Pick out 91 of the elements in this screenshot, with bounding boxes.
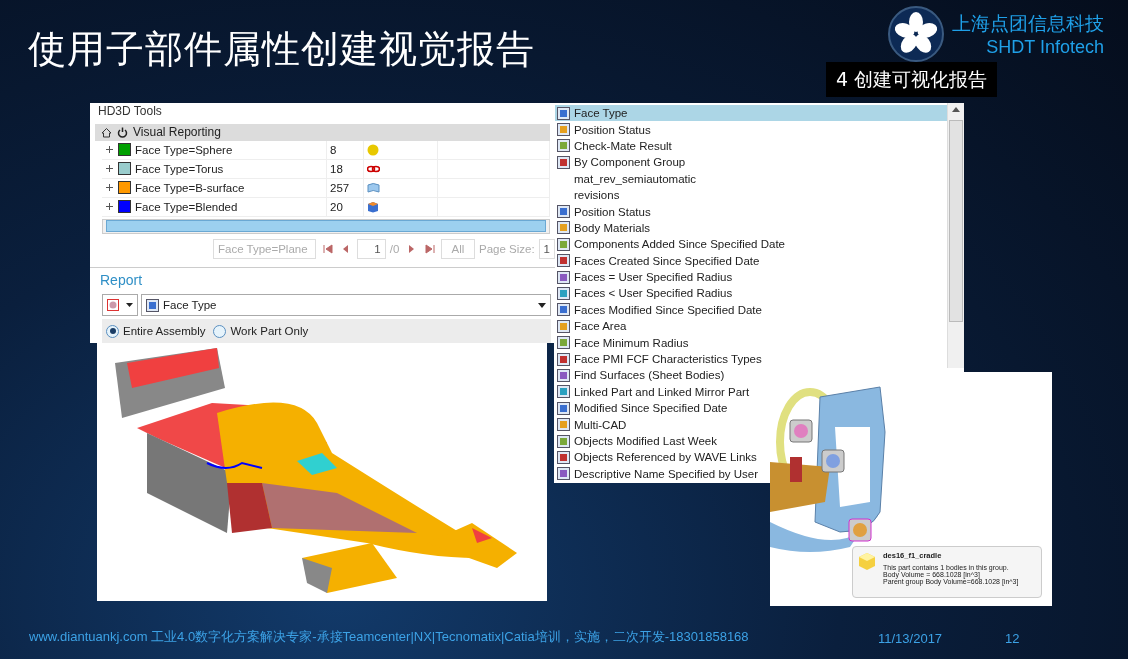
list-item[interactable]: Position Status [554, 203, 654, 220]
report-type-dropdown[interactable]: Face Type [141, 294, 551, 317]
report-icon [557, 319, 570, 333]
expand-icon[interactable] [105, 145, 114, 155]
report-icon [557, 123, 570, 137]
report-icon [557, 352, 570, 366]
color-wheel-icon [106, 299, 119, 312]
page-size-label: Page Size: [479, 243, 535, 256]
list-item[interactable]: mat_rev_semiautomatic [554, 170, 700, 187]
row-label: Face Type=Sphere [135, 143, 233, 156]
caret-icon [538, 302, 546, 308]
report-title: Report [100, 272, 144, 289]
list-item[interactable]: Linked Part and Linked Mirror Part [554, 383, 753, 401]
report-icon [557, 205, 570, 219]
report-icon [557, 401, 570, 415]
radio-button[interactable] [106, 324, 119, 338]
list-item[interactable]: Descriptive Name Specified by User [554, 465, 762, 482]
page-field[interactable]: 1 [357, 239, 386, 260]
report-icon [557, 155, 570, 169]
expand-icon[interactable] [105, 164, 114, 174]
expand-icon[interactable] [105, 202, 114, 212]
list-item[interactable]: Multi-CAD [554, 416, 630, 433]
step-label: 4 创建可视化报告 [826, 62, 998, 97]
list-item[interactable]: Faces = User Specified Radius [554, 268, 736, 286]
list-item[interactable]: By Component Group [554, 154, 689, 171]
table-cell: 8 [327, 140, 364, 159]
report-icon [557, 221, 570, 235]
list-item[interactable]: Objects Referenced by WAVE Links [554, 449, 760, 466]
torus-icon [367, 163, 380, 174]
report-icon [557, 368, 570, 382]
row-label: Face Type=Blended [135, 200, 238, 213]
slide-date: 11/13/2017 [878, 631, 943, 646]
report-icon [146, 298, 159, 312]
report-icon [557, 303, 570, 317]
list-item[interactable]: Face Type [554, 105, 947, 122]
list-item[interactable]: Check-Mate Result [554, 137, 675, 155]
list-item[interactable]: Position Status [554, 121, 654, 138]
footer-text: www.diantuankj.com 工业4.0数字化方案解决专家-承接Teamcenter|NX|Tecnomatix|Catia培训，实施，二次开发-18301858168 [29, 628, 749, 646]
list-item[interactable]: Modified Since Specified Date [554, 400, 731, 417]
page-count: /0 [389, 243, 400, 256]
list-item[interactable]: Face PMI FCF Characteristics Types [554, 350, 765, 368]
color-scheme-dropdown[interactable] [102, 294, 138, 317]
report-icon [557, 434, 570, 448]
list-item[interactable]: Face Minimum Radius [554, 334, 692, 351]
page-size-field[interactable]: 1 [538, 239, 555, 260]
report-icon [557, 139, 570, 153]
report-icon [557, 237, 570, 251]
list-item[interactable]: Objects Modified Last Week [554, 432, 720, 450]
report-icon [557, 106, 570, 120]
report-icon [557, 254, 570, 268]
report-icon [557, 418, 570, 432]
expand-icon[interactable] [105, 183, 114, 193]
sphere-icon [367, 143, 379, 156]
slide-title: 使用子部件属性创建视觉报告 [28, 26, 535, 73]
table-cell: 18 [327, 159, 364, 178]
cube-icon [367, 200, 379, 213]
radio-button[interactable] [213, 324, 227, 338]
list-item[interactable]: Faces < User Specified Radius [554, 285, 736, 302]
list-item[interactable]: Components Added Since Specified Date [554, 236, 788, 253]
power-icon[interactable] [117, 126, 128, 138]
table-cell: 257 [327, 178, 364, 197]
flower-logo-icon [888, 6, 944, 62]
horizontal-scrollbar[interactable] [102, 218, 550, 235]
scroll-up-icon[interactable] [952, 107, 960, 112]
row-label: Face Type=B-surface [135, 181, 245, 194]
company-name-english: SHDT Infotech [986, 36, 1104, 58]
report-icon [557, 467, 570, 481]
radio-label: Work Part Only [230, 325, 309, 338]
list-item[interactable]: revisions [554, 186, 623, 204]
vertical-scrollbar[interactable] [947, 103, 964, 368]
list-item[interactable]: Face Area [554, 318, 630, 335]
section-title: Visual Reporting [133, 125, 221, 140]
caret-icon [126, 303, 134, 308]
report-icon [557, 450, 570, 464]
report-icon [557, 385, 570, 399]
list-item[interactable]: Find Surfaces (Sheet Bodies) [554, 367, 728, 384]
report-icon [557, 270, 570, 284]
home-icon[interactable] [101, 126, 112, 138]
list-item[interactable]: Body Materials [554, 219, 654, 237]
report-icon [557, 336, 570, 350]
row-label: Face Type=Torus [135, 162, 224, 175]
list-item[interactable]: Faces Modified Since Specified Date [554, 301, 765, 319]
slide-number: 12 [1005, 631, 1020, 646]
report-icon [557, 287, 570, 300]
cube-icon [857, 551, 877, 571]
company-name: 上海点团信息科技 [952, 10, 1104, 36]
panel-title: HD3D Tools [97, 103, 163, 120]
surface-icon [367, 181, 380, 194]
list-item[interactable]: Faces Created Since Specified Date [554, 252, 763, 269]
table-cell: 20 [327, 197, 364, 216]
radio-label: Entire Assembly [123, 325, 206, 338]
